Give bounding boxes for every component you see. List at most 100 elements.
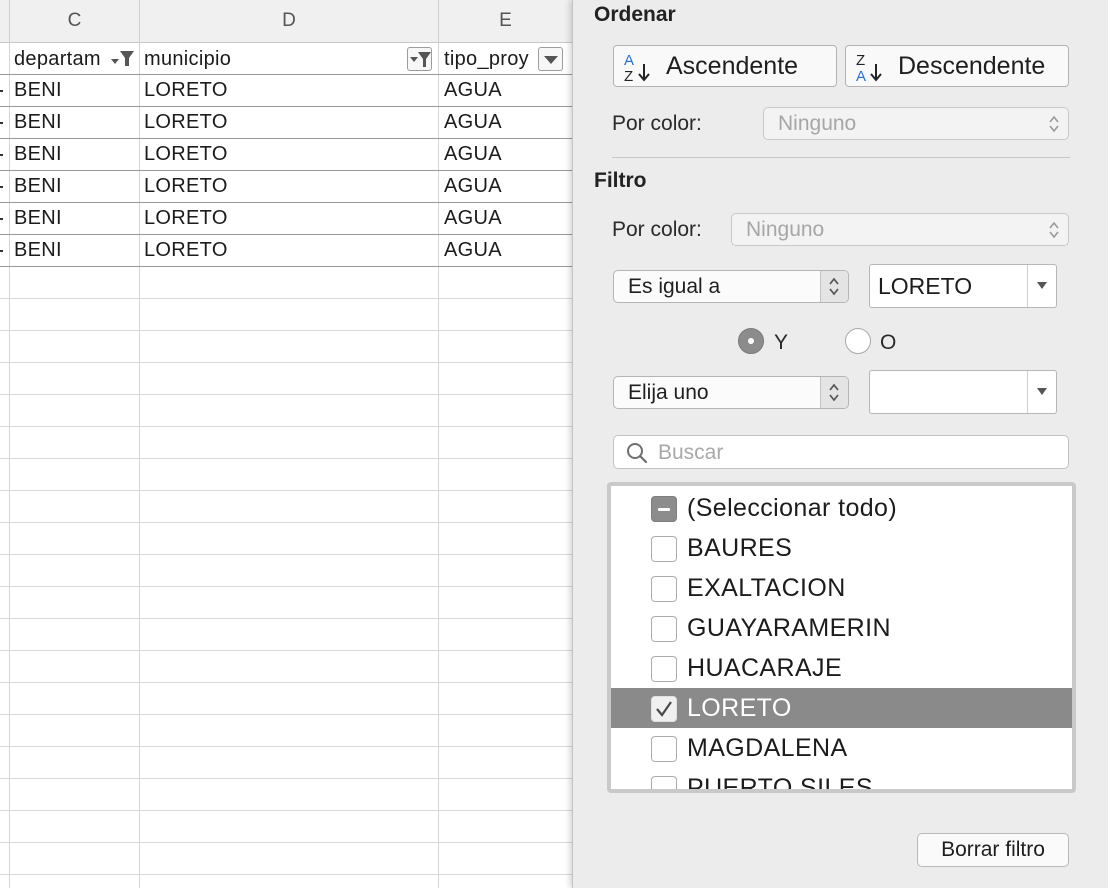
cell-municipio[interactable]: LORETO [144, 235, 434, 266]
updown-chevron-icon [1049, 221, 1059, 239]
item-checkbox[interactable] [651, 576, 677, 602]
sort-section-title: Ordenar [594, 3, 676, 26]
cell-municipio[interactable]: LORETO [144, 107, 434, 138]
cell-departamento[interactable]: BENI [14, 235, 134, 266]
svg-text:Z: Z [856, 52, 865, 69]
cell-tipo-proyecto[interactable]: AGUA [444, 203, 568, 234]
truncated-cell-marker [0, 122, 3, 124]
filter-list-item[interactable]: (Seleccionar todo) [611, 488, 1072, 528]
filter-list-item[interactable]: HUACARAJE [611, 648, 1072, 688]
row-gridline [0, 522, 572, 523]
cell-municipio[interactable]: LORETO [144, 171, 434, 202]
row-gridline [0, 874, 572, 875]
item-checkbox[interactable] [651, 736, 677, 762]
updown-chevron-icon [829, 383, 839, 402]
filter-list-item[interactable]: EXALTACION [611, 568, 1072, 608]
condition1-value-combo[interactable]: LORETO [869, 264, 1057, 308]
cell-municipio[interactable]: LORETO [144, 75, 434, 106]
checkmark-icon [656, 701, 672, 717]
cell-tipo-proyecto[interactable]: AGUA [444, 75, 568, 106]
condition1-stepper[interactable] [820, 271, 848, 302]
sort-ascending-button[interactable]: A Z Ascendente [613, 45, 837, 87]
svg-text:A: A [624, 52, 634, 69]
condition2-dropdown[interactable] [1027, 371, 1056, 413]
item-checkbox[interactable] [651, 656, 677, 682]
condition1-operator-select[interactable]: Es igual a [613, 270, 849, 303]
filter-list-item-label: LORETO [687, 694, 792, 722]
filter-by-color-label: Por color: [612, 218, 702, 241]
cell-tipo-proyecto[interactable]: AGUA [444, 139, 568, 170]
header-cell-departamento[interactable]: departam [14, 44, 110, 74]
cell-tipo-proyecto[interactable]: AGUA [444, 107, 568, 138]
select-all-checkbox[interactable] [651, 496, 677, 522]
cell-tipo-proyecto[interactable]: AGUA [444, 235, 568, 266]
condition2-stepper[interactable] [820, 377, 848, 408]
row-gridline [0, 778, 572, 779]
row-gridline [0, 842, 572, 843]
and-radio[interactable] [738, 328, 764, 354]
cell-departamento[interactable]: BENI [14, 75, 134, 106]
cell-departamento[interactable]: BENI [14, 203, 134, 234]
item-checkbox[interactable] [651, 776, 677, 789]
condition1-value[interactable]: LORETO [878, 273, 972, 299]
cell-municipio[interactable]: LORETO [144, 139, 434, 170]
row-gridline [0, 298, 572, 299]
dropdown-arrow-icon [1037, 388, 1047, 395]
column-header-e[interactable]: E [439, 0, 572, 42]
cell-departamento[interactable]: BENI [14, 107, 134, 138]
sort-by-color-select: Ninguno [763, 107, 1069, 140]
condition1-operator-value: Es igual a [628, 275, 721, 298]
filter-values-list[interactable]: (Seleccionar todo) BAURES EXALTACION GUAYAR… [607, 482, 1076, 793]
condition2-operator-select[interactable]: Elija uno [613, 376, 849, 409]
row-gridline [0, 586, 572, 587]
sort-descending-label: Descendente [898, 52, 1046, 80]
sort-ascending-label: Ascendente [666, 52, 799, 80]
cell-municipio[interactable]: LORETO [144, 203, 434, 234]
filter-list-item[interactable]: BAURES [611, 528, 1072, 568]
sort-by-color-label: Por color: [612, 112, 702, 135]
cell-departamento[interactable]: BENI [14, 139, 134, 170]
clear-filter-button[interactable]: Borrar filtro [917, 833, 1069, 867]
filter-list-item[interactable]: MAGDALENA [611, 728, 1072, 768]
search-placeholder: Buscar [658, 441, 724, 464]
filter-list-item[interactable]: LORETO [611, 688, 1072, 728]
search-icon [627, 443, 648, 464]
filter-list-item-label: HUACARAJE [687, 654, 843, 682]
filter-button-departamento[interactable] [110, 47, 135, 71]
column-header-d[interactable]: D [140, 0, 439, 42]
item-checkbox[interactable] [651, 696, 677, 722]
truncated-cell-marker [0, 186, 3, 188]
row-gridline [0, 394, 572, 395]
filter-button-municipio[interactable] [407, 47, 432, 71]
item-checkbox[interactable] [651, 616, 677, 642]
header-cell-tipo-proyecto[interactable]: tipo_proy [444, 44, 537, 74]
filter-list-item[interactable]: GUAYARAMERIN [611, 608, 1072, 648]
filter-by-color-value: Ninguno [746, 218, 825, 241]
column-header-c[interactable]: C [10, 0, 140, 42]
condition1-dropdown[interactable] [1027, 265, 1056, 307]
column-header-bar: C D E [0, 0, 572, 43]
condition2-operator-value: Elija uno [628, 381, 709, 404]
column-header-b-edge[interactable] [0, 0, 10, 42]
search-input[interactable]: Buscar [613, 435, 1069, 469]
filter-list-item-label: PUERTO SILES [687, 774, 873, 793]
updown-chevron-icon [1049, 115, 1059, 133]
item-checkbox[interactable] [651, 536, 677, 562]
or-radio[interactable] [845, 328, 871, 354]
header-cell-municipio[interactable]: municipio [144, 44, 406, 74]
row-gridline [0, 618, 572, 619]
filter-list-item-label: (Seleccionar todo) [687, 494, 898, 522]
cell-departamento[interactable]: BENI [14, 171, 134, 202]
filter-list-item-label: BAURES [687, 534, 793, 562]
condition2-value-combo[interactable] [869, 370, 1057, 414]
filter-list-item-label: MAGDALENA [687, 734, 848, 762]
sort-descending-button[interactable]: Z A Descendente [845, 45, 1069, 87]
dropdown-arrow-icon [1037, 282, 1047, 289]
updown-chevron-icon [829, 277, 839, 296]
cell-tipo-proyecto[interactable]: AGUA [444, 171, 568, 202]
filter-list-item[interactable]: PUERTO SILES [611, 768, 1072, 793]
filter-button-tipo-proyecto[interactable] [538, 47, 563, 71]
filter-active-icon [410, 52, 431, 67]
and-radio-label: Y [774, 331, 789, 354]
svg-text:A: A [856, 68, 866, 84]
